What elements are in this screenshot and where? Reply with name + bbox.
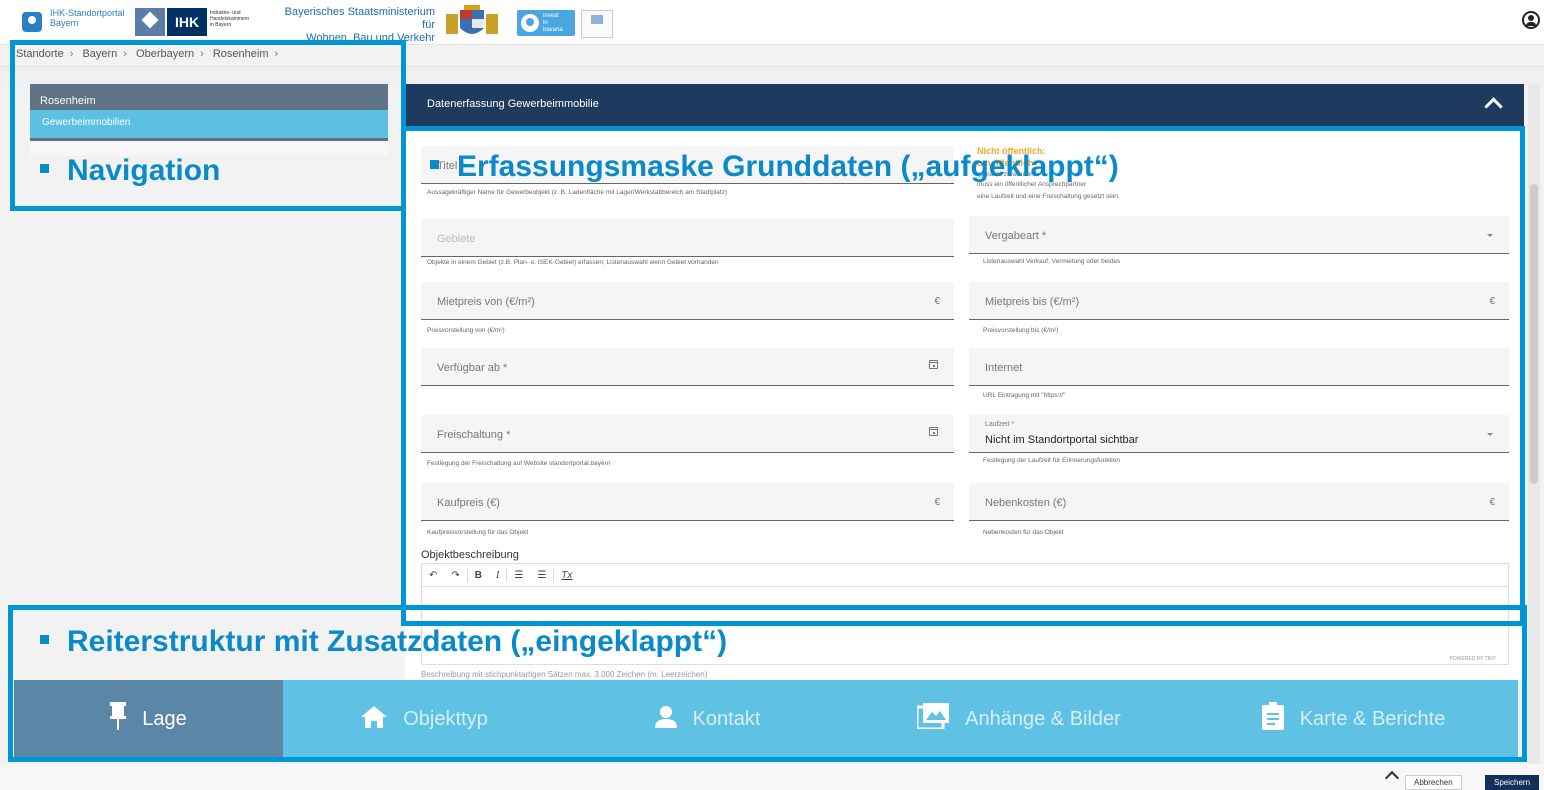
form-section-header[interactable]: Datenerfassung Gewerbeimmobilie [405, 84, 1524, 126]
standortportal-logo-icon[interactable] [22, 12, 42, 32]
portal-name-line2: Bayern [50, 18, 79, 28]
annotation-text: Navigation [67, 154, 221, 187]
annotation-text: Reiterstruktur mit Zusatzdaten („eingekl… [67, 625, 728, 658]
top-header-bar: IHK-Standortportal Bayern IHK Industrie-… [0, 0, 1544, 45]
invest-text: invest in bavaria [543, 13, 563, 34]
portal-name-line1: IHK-Standortportal [50, 8, 125, 18]
collapse-chevron-up-icon[interactable] [1484, 97, 1503, 116]
ihk-subtitle: Industrie- und Handelskammern in Bayern [210, 10, 270, 28]
ihk-subtitle-line2: in Bayern [210, 22, 232, 28]
footer-bar [0, 764, 1544, 790]
form-section-title: Datenerfassung Gewerbeimmobilie [427, 98, 599, 110]
ihk-subtitle-line1: Industrie- und Handelskammern [210, 10, 250, 22]
annotation-bullet [40, 634, 49, 644]
ministry-line1: Bayerisches Staatsministerium für [284, 6, 435, 31]
portal-name[interactable]: IHK-Standortportal Bayern [50, 8, 125, 28]
invest-pin-icon [521, 14, 539, 32]
ihk-logo[interactable]: IHK [167, 8, 207, 36]
annotation-bullet [40, 163, 49, 173]
invest-in-bavaria-logo[interactable]: invest in bavaria [517, 10, 575, 36]
user-account-icon[interactable] [1522, 11, 1540, 29]
vertical-scrollbar[interactable] [1528, 84, 1540, 764]
annotation-box-grunddaten [401, 126, 1525, 626]
bavarian-coat-of-arms-icon [446, 5, 498, 34]
annotation-text: Erfassungsmaske Grunddaten („aufgeklappt… [457, 150, 1119, 183]
invest-line3: bavaria [543, 26, 563, 33]
save-button[interactable]: Speichern [1485, 775, 1540, 790]
scrollbar-thumb[interactable] [1530, 184, 1538, 484]
small-emblem-icon [581, 10, 613, 38]
annotation-label-navigation: Navigation [40, 154, 220, 188]
cancel-button[interactable]: Abbrechen [1405, 775, 1462, 790]
invest-line1: invest [543, 12, 559, 19]
annotation-bullet [430, 159, 439, 169]
ihk-diamond-logo-icon [135, 8, 165, 36]
annotation-label-grunddaten: Erfassungsmaske Grunddaten („aufgeklappt… [430, 150, 1119, 184]
annotation-label-reiter: Reiterstruktur mit Zusatzdaten („eingekl… [40, 625, 727, 659]
invest-line2: in [543, 19, 548, 26]
